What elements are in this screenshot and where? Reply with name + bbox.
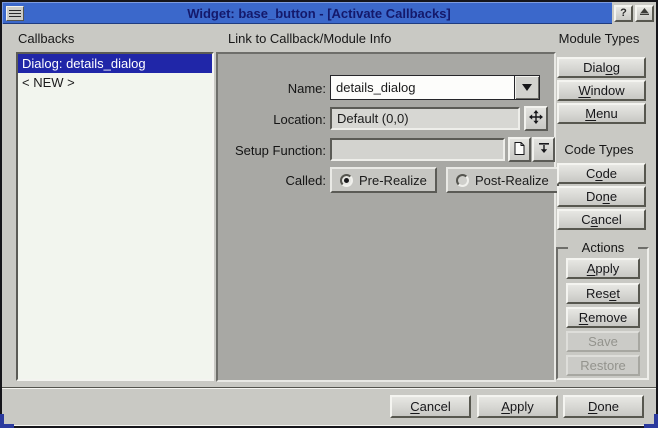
actions-heading: Actions (568, 240, 638, 255)
code-type-cancel-button[interactable]: Cancel (557, 209, 646, 230)
location-field[interactable]: Default (0,0) (330, 107, 520, 130)
maximize-icon (639, 7, 650, 19)
remove-action-button[interactable]: Remove (566, 307, 640, 328)
code-type-code-button[interactable]: Code (557, 163, 646, 184)
code-type-done-button[interactable]: Done (557, 186, 646, 207)
callback-form-panel (216, 52, 556, 382)
save-action-button: Save (566, 331, 640, 352)
reset-action-button[interactable]: Reset (566, 283, 640, 304)
footer-bar: Cancel Apply Done (2, 387, 656, 426)
list-item[interactable]: < NEW > (18, 73, 212, 92)
module-types-heading: Module Types (548, 31, 650, 46)
name-dropdown-button[interactable] (514, 76, 539, 99)
setup-function-label: Setup Function: (184, 143, 326, 158)
new-function-button[interactable] (508, 137, 531, 162)
pre-realize-label: Pre-Realize (359, 173, 427, 188)
window-menu-button[interactable] (6, 6, 24, 21)
pre-realize-option[interactable]: Pre-Realize (330, 167, 437, 193)
location-label: Location: (226, 112, 326, 127)
chevron-down-icon (522, 84, 532, 91)
help-button[interactable]: ? (614, 5, 633, 22)
callbacks-list[interactable]: Dialog: details_dialog < NEW > (16, 52, 214, 381)
name-value[interactable]: details_dialog (331, 76, 514, 99)
radio-unselected-icon[interactable] (456, 174, 469, 187)
apply-button[interactable]: Apply (477, 395, 558, 418)
move-arrows-icon (529, 110, 543, 127)
apply-action-button[interactable]: Apply (566, 258, 640, 279)
code-types-heading: Code Types (548, 142, 650, 157)
frame-corner (0, 414, 4, 428)
frame-corner (654, 414, 658, 428)
post-realize-option[interactable]: Post-Realize (446, 167, 559, 193)
dialog-window: Widget: base_button - [Activate Callback… (0, 0, 658, 428)
titlebar[interactable]: Widget: base_button - [Activate Callback… (2, 2, 656, 24)
module-type-dialog-button[interactable]: Dialog (557, 57, 646, 78)
callbacks-heading: Callbacks (18, 31, 74, 46)
form-heading: Link to Callback/Module Info (228, 31, 391, 46)
name-label: Name: (226, 81, 326, 96)
done-button[interactable]: Done (563, 395, 644, 418)
location-move-button[interactable] (524, 106, 548, 131)
cancel-button[interactable]: Cancel (390, 395, 471, 418)
called-label: Called: (226, 173, 326, 188)
maximize-button[interactable] (635, 5, 654, 22)
module-type-menu-button[interactable]: Menu (557, 103, 646, 124)
name-combobox[interactable]: details_dialog (330, 75, 540, 100)
titlebar-right-controls: ? (612, 2, 656, 24)
help-icon: ? (620, 7, 627, 19)
window-title: Widget: base_button - [Activate Callback… (32, 6, 606, 21)
setup-function-input[interactable] (330, 138, 505, 161)
post-realize-label: Post-Realize (475, 173, 549, 188)
list-item[interactable]: Dialog: details_dialog (18, 54, 212, 73)
blank-page-icon (514, 142, 525, 158)
restore-action-button: Restore (566, 355, 640, 376)
module-type-window-button[interactable]: Window (557, 80, 646, 101)
radio-selected-icon[interactable] (340, 174, 353, 187)
